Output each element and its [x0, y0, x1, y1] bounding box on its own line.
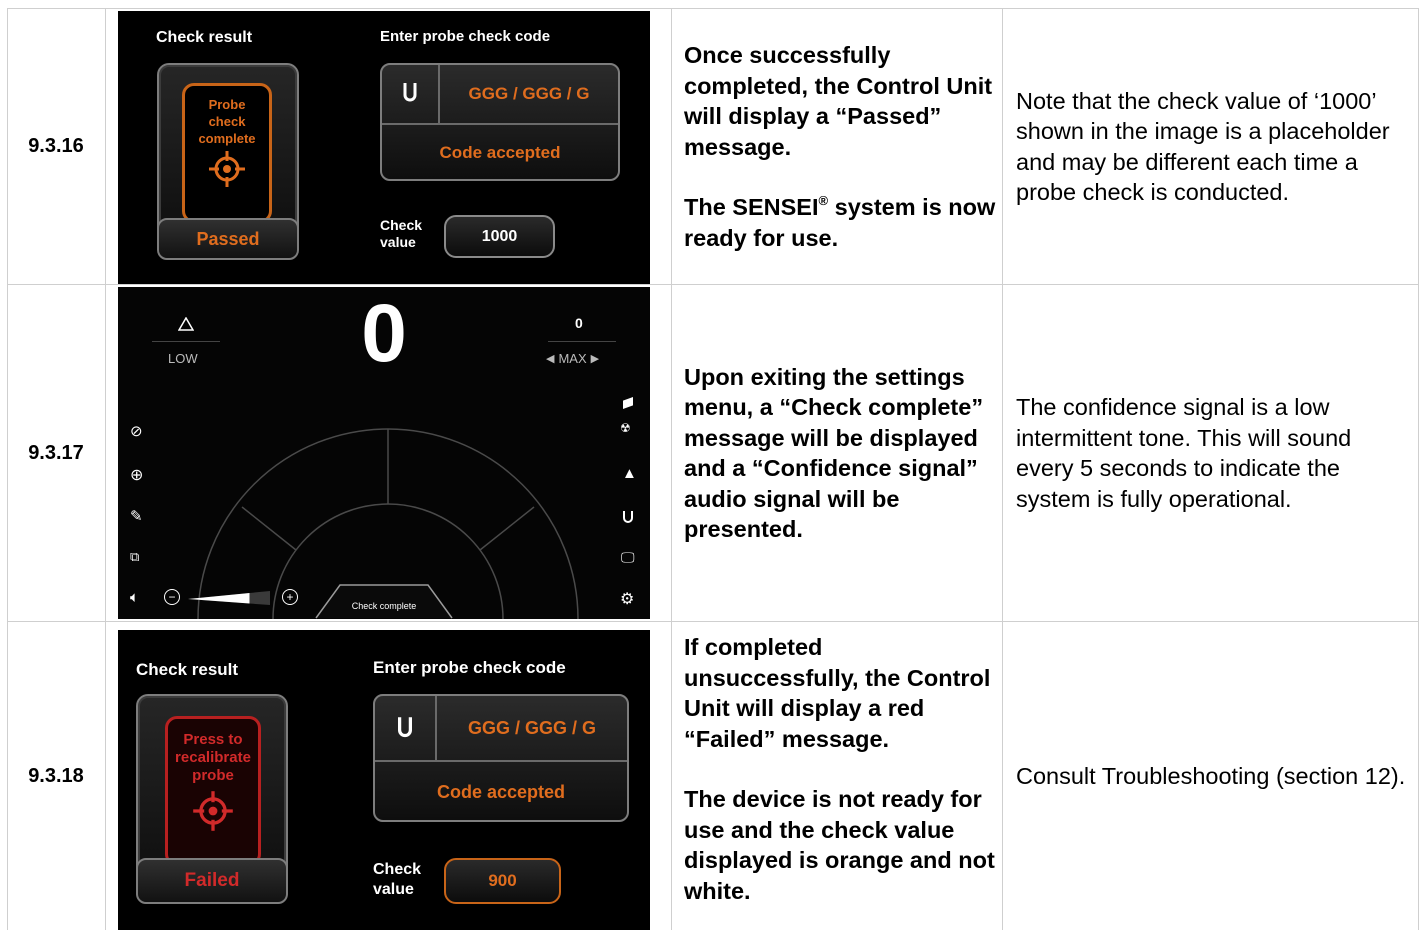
code-entry-panel: GGG / GGG / G Code accepted [373, 694, 629, 822]
max-selector[interactable]: ◀ MAX ▶ [546, 351, 599, 366]
probe-check-code[interactable]: GGG / GGG / G [437, 696, 627, 760]
gear-icon[interactable]: ⚙︎ [620, 589, 634, 609]
instruction-table: 9.3.16 Check result Enter probe check co… [7, 8, 1419, 930]
check-value-label: Check value [373, 861, 422, 898]
right-arrow-icon[interactable]: ▶ [591, 352, 599, 365]
screenshot-passed: Check result Enter probe check code Prob… [118, 11, 650, 285]
volume-down-icon[interactable]: − [164, 589, 180, 605]
volume-up-icon[interactable]: + [282, 589, 298, 605]
probe-card-line: complete [198, 131, 256, 146]
step-number: 9.3.16 [28, 135, 84, 157]
passed-status: Passed [157, 218, 299, 260]
table-row: 9.3.18 Check result Enter probe check co… [7, 621, 1419, 930]
crosshair-icon [209, 151, 245, 187]
step-description: Upon exiting the settings menu, a “Check… [684, 363, 984, 543]
code-accepted-status: Code accepted [436, 781, 566, 802]
recalibrate-probe-button[interactable]: Press to recalibrate probe [165, 716, 261, 866]
radiation-icon[interactable]: ☢ [620, 421, 631, 435]
code-accepted-status: Code accepted [439, 143, 561, 162]
step-number: 9.3.17 [28, 441, 84, 464]
probe-icon [398, 717, 412, 738]
signal-value: 0 [361, 288, 407, 379]
bookmark-icon[interactable] [623, 397, 633, 409]
check-value-display: 1000 [444, 215, 555, 258]
failed-status: Failed [136, 858, 288, 904]
step-note: Note that the check value of ‘1000’ show… [1016, 87, 1390, 206]
delta-icon [178, 317, 194, 331]
probe-card-line: Press to [183, 731, 243, 748]
flask-icon[interactable]: ▲ [622, 465, 637, 482]
screenshot-check-complete: LOW 0 0 ◀ MAX ▶ ⊘ ⊕ ✎ ⧉ 🔈︎ − + Check com… [118, 287, 650, 619]
screenshot-failed: Check result Enter probe check code Pres… [118, 630, 650, 930]
table-row: 9.3.16 Check result Enter probe check co… [7, 8, 1419, 285]
check-value-label: Check value [380, 217, 423, 250]
step-description: Once successfully completed, the Control… [684, 42, 996, 251]
sensitivity-label: LOW [168, 351, 198, 366]
display-toggle-icon[interactable]: ⧉ [130, 549, 139, 565]
step-note: Consult Troubleshooting (section 12). [1016, 763, 1406, 790]
step-description: If completed unsuccessfully, the Control… [684, 634, 995, 904]
max-value: 0 [575, 315, 583, 331]
probe-icon [403, 83, 417, 102]
probe-icon[interactable] [621, 509, 635, 525]
code-entry-panel: GGG / GGG / G Code accepted [380, 63, 620, 181]
step-number: 9.3.18 [28, 765, 84, 787]
probe-card-line: recalibrate [175, 749, 251, 766]
speaker-icon[interactable]: 🔈︎ [130, 589, 139, 606]
enter-code-label: Enter probe check code [373, 658, 566, 677]
check-result-label: Check result [136, 660, 239, 679]
volume-slider[interactable] [188, 589, 274, 607]
crosshair-icon [193, 791, 233, 831]
step-note: The confidence signal is a low intermitt… [1016, 394, 1352, 512]
probe-pen-icon[interactable]: ✎ [130, 507, 143, 525]
probe-card-line: check [208, 114, 246, 129]
monitor-icon[interactable]: 🖵︎ [621, 549, 635, 566]
table-row: 9.3.17 LOW 0 0 ◀ MAX ▶ ⊘ ⊕ ✎ ⧉ 🔈︎ − + Ch… [7, 284, 1419, 621]
check-complete-tab[interactable]: Check complete [314, 601, 454, 611]
check-value-display: 900 [444, 858, 561, 904]
check-circle-icon[interactable]: ⊘ [130, 422, 143, 440]
left-arrow-icon[interactable]: ◀ [546, 352, 554, 365]
probe-card-line: probe [192, 767, 234, 784]
probe-check-code[interactable]: GGG / GGG / G [440, 65, 618, 123]
probe-card-line: Probe [208, 97, 246, 112]
check-result-label: Check result [156, 29, 253, 46]
enter-code-label: Enter probe check code [380, 28, 551, 45]
probe-check-complete-card[interactable]: Probe check complete [182, 83, 272, 223]
target-icon[interactable]: ⊕ [130, 465, 143, 485]
